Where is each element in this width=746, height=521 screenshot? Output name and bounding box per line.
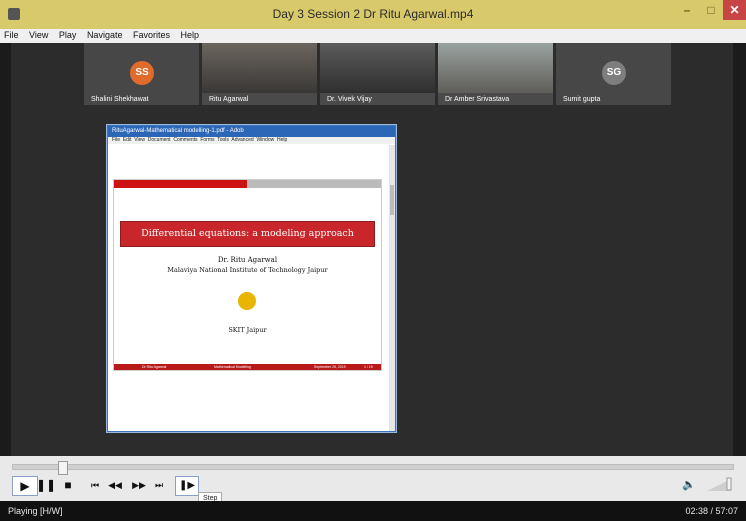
participant-tile: Dr. Vivek Vijay [320,43,435,105]
pdf-menu-comments: Comments [173,137,198,143]
pdf-menu-advanced: Advanced [231,137,254,143]
status-bar: Playing [H/W] 02:38 / 57:07 [0,501,746,521]
menu-navigate[interactable]: Navigate [83,29,127,40]
slide-title: Differential equations: a modeling appro… [121,222,374,246]
menu-play[interactable]: Play [55,29,81,40]
pdf-scrollbar [389,145,395,431]
participant-name: Sumit gupta [563,96,601,103]
pdf-menu-bar: File Edit View Document Comments Forms T… [108,137,395,144]
slide-header-bar-grey [247,180,381,188]
slide-institute: Malaviya National Institute of Technolog… [167,266,328,274]
menu-view[interactable]: View [25,29,52,40]
participant-video [320,43,435,93]
participant-tile: Dr Amber Srivastava [438,43,553,105]
shared-screen-pdf: RituAgarwal-Mathematical modelling-1.pdf… [107,125,396,432]
participant-tile: Ritu Agarwal [202,43,317,105]
title-bar: Day 3 Session 2 Dr Ritu Agarwal.mp4 – □ … [0,0,746,29]
pdf-menu-document: Document [147,137,171,143]
pdf-menu-help: Help [277,137,288,143]
pdf-menu-view: View [134,137,145,143]
footer-title: Mathematical Modelling [214,365,251,369]
close-button[interactable]: ✕ [723,0,746,20]
seek-bar[interactable] [12,461,734,475]
pdf-menu-window: Window [256,137,275,143]
minimize-button[interactable]: – [676,0,698,20]
playback-status: Playing [H/W] [8,506,63,516]
menu-help[interactable]: Help [177,29,204,40]
participant-tile: SG Sumit gupta [556,43,671,105]
footer-date: September 25, 2019 [314,365,346,369]
presentation-slide: Differential equations: a modeling appro… [113,179,382,371]
pdf-menu-file: File [112,137,121,143]
video-area[interactable]: SS Shalini Shekhawat Ritu Agarwal Dr. Vi… [11,43,733,456]
rewind-button[interactable]: ◀◀ [106,476,124,494]
participant-tile: SS Shalini Shekhawat [84,43,199,105]
menu-file[interactable]: File [0,29,23,40]
pdf-scroll-thumb [390,185,394,215]
fast-forward-button[interactable]: ▶▶ [130,476,148,494]
pause-button[interactable]: ❚❚ [36,476,56,494]
institute-logo [238,292,256,310]
volume-icon[interactable]: 🔈 [682,476,702,494]
next-button[interactable]: ⏭ [150,476,168,494]
slide-header-bar [114,180,247,188]
participant-name: Dr Amber Srivastava [445,96,510,103]
previous-button[interactable]: ⏮ [86,476,104,494]
playback-time: 02:38 / 57:07 [685,506,738,516]
participant-video [202,43,317,93]
footer-author: Dr Ritu Agarwal [142,365,167,369]
slide-author: Dr. Ritu Agarwal [217,256,278,264]
play-button[interactable]: ▶ [12,476,38,496]
menu-favorites[interactable]: Favorites [129,29,174,40]
stop-button[interactable]: ■ [58,476,78,494]
pdf-window-title: RituAgarwal-Mathematical modelling-1.pdf… [108,126,395,137]
participant-initials: SS [130,61,154,85]
participant-name: Ritu Agarwal [209,96,249,103]
pdf-menu-edit: Edit [122,137,132,143]
menu-bar: File View Play Navigate Favorites Help [0,29,746,43]
pdf-menu-tools: Tools [217,137,229,143]
participant-name: Shalini Shekhawat [91,96,149,103]
slide-venue: SKIT Jaipur [228,326,267,334]
step-button[interactable]: ❚▶ [175,476,199,496]
pdf-menu-forms: Forms [200,137,215,143]
participant-name: Dr. Vivek Vijay [327,96,372,103]
seek-handle[interactable] [58,461,68,475]
volume-slider[interactable] [707,476,734,492]
slide-footer: Dr Ritu Agarwal Mathematical Modelling S… [114,364,381,370]
participant-initials: SG [602,61,626,85]
window-title: Day 3 Session 2 Dr Ritu Agarwal.mp4 [272,7,474,21]
maximize-button[interactable]: □ [700,0,722,20]
footer-page: 1 / 19 [364,365,373,369]
participant-video [438,43,553,93]
